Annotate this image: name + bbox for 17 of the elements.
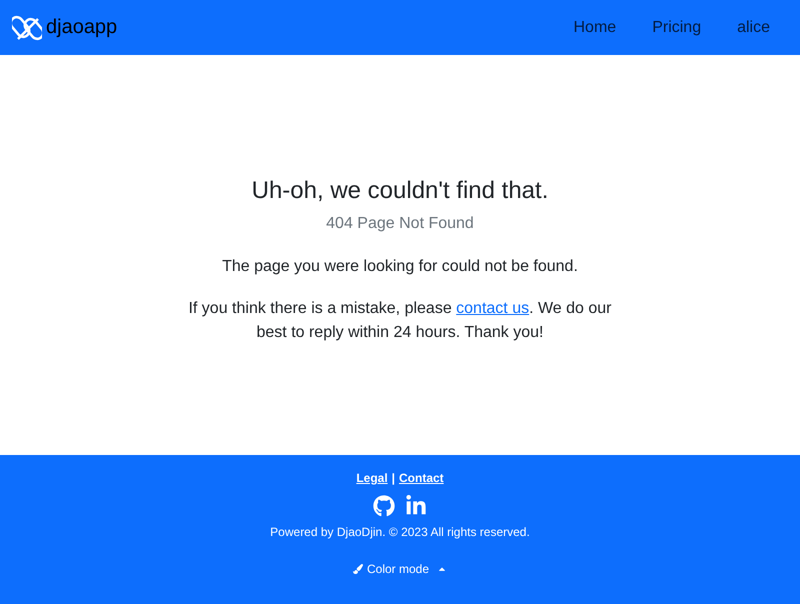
nav-link[interactable]: Pricing: [634, 10, 720, 44]
error-code: 404 Page Not Found: [326, 215, 474, 233]
copyright-text: Powered by DjaoDjin. © 2023 All rights reserved.: [270, 525, 530, 539]
contact-link[interactable]: contact us: [456, 300, 530, 317]
brand-link[interactable]: djaoapp: [12, 12, 118, 42]
error-message: The page you were looking for could not be found.: [222, 257, 578, 277]
color-mode-button[interactable]: Color mode: [346, 561, 454, 577]
error-title: Uh-oh, we couldn't find that.: [252, 177, 548, 205]
linkedin-icon[interactable]: [405, 495, 427, 517]
footer-link[interactable]: Contact: [399, 471, 444, 485]
nav-link[interactable]: Home: [556, 10, 634, 44]
help-text: If you think there is a mistake, please contact us. We do our best to reply within 24 hours. Thank you!: [187, 299, 613, 343]
github-icon[interactable]: [373, 495, 395, 517]
nav-link[interactable]: alice: [719, 10, 788, 44]
brush-icon: [352, 564, 363, 574]
separator: |: [392, 471, 396, 485]
footer-link[interactable]: Legal: [356, 471, 388, 485]
